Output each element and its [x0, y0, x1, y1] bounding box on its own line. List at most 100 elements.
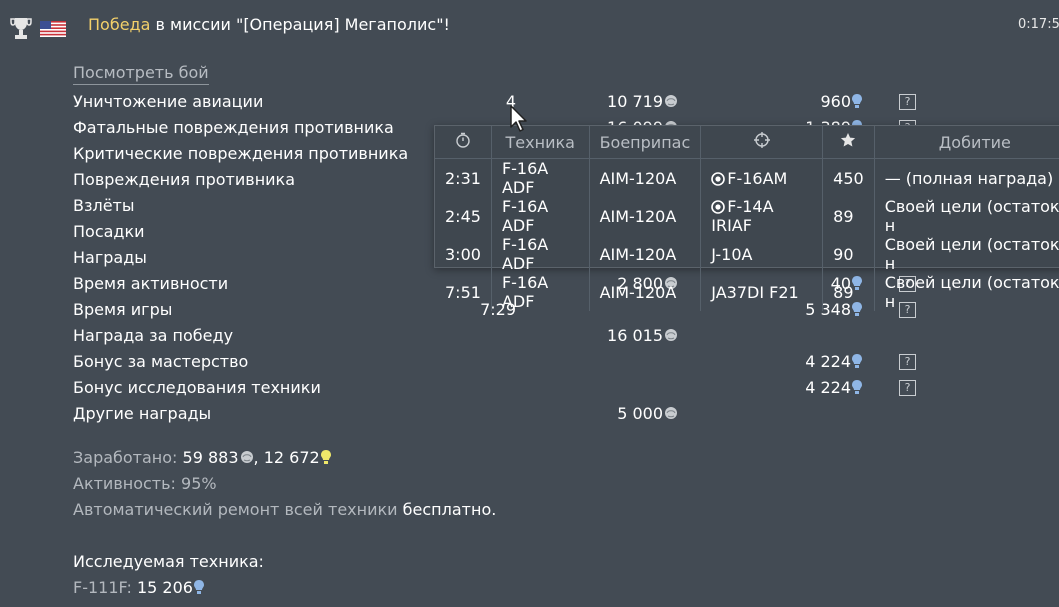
reward-label: Награды	[73, 248, 147, 267]
reward-lions-value: 10 719	[607, 92, 663, 111]
silver-lion-icon	[665, 329, 677, 341]
reward-label: Взлёты	[73, 196, 135, 215]
time-column-header	[435, 126, 492, 159]
target-marker-icon	[711, 171, 726, 186]
help-button[interactable]: ?	[899, 94, 916, 110]
reward-lions: 5 000	[560, 401, 678, 427]
kill-time: 7:51	[435, 273, 492, 311]
reward-label: Время игры	[73, 300, 173, 319]
target-marker-icon	[711, 200, 726, 214]
research-line: F-111F: 15 206	[73, 578, 204, 597]
ammo-column-header: Боеприпас	[589, 126, 702, 159]
crosshair-icon	[753, 132, 770, 148]
reward-rp-value: 960	[820, 92, 851, 111]
victory-word: Победа	[88, 15, 151, 34]
kill-time: 3:00	[435, 235, 492, 273]
finish-column-header: Добитие	[938, 132, 1011, 152]
silver-lion-icon	[665, 407, 677, 419]
kill-finish: Своей цели (остаток н	[884, 235, 1059, 273]
reward-count: 4	[505, 92, 516, 111]
reward-lions-value: 16 015	[607, 326, 663, 345]
research-points-icon	[852, 354, 862, 368]
reward-lions-value: 5 000	[617, 404, 663, 423]
reward-label: Бонус исследования техники	[73, 378, 321, 397]
usa-flag-icon	[40, 21, 66, 37]
reward-rp-value: 4 224	[805, 378, 851, 397]
kill-target: J-10A	[700, 235, 824, 273]
silver-lion-icon	[665, 95, 677, 107]
trophy-icon	[10, 18, 32, 39]
kill-finish: Своей цели (остаток н	[884, 197, 1059, 235]
kills-detail-tooltip: Техника Боеприпас Добитие 2:31 F-16A ADF A…	[434, 125, 1059, 311]
kill-ammo: AIM-120A	[589, 235, 702, 273]
help-button[interactable]: ?	[899, 380, 916, 396]
kills-detail-body: 2:31 F-16A ADF AIM-120A F-16AM 450— (полная …	[435, 158, 1059, 311]
reward-row: Другие награды 5 000	[0, 401, 1059, 427]
reward-label: Критические повреждения противника	[73, 144, 409, 163]
kill-ammo: AIM-120A	[589, 197, 702, 235]
earned-separator: ,	[253, 448, 259, 467]
reward-lions: 16 015	[560, 323, 678, 349]
kill-finish: — (полная награда)	[874, 158, 1059, 197]
score-column-header	[822, 126, 875, 159]
kill-vehicle: F-16A ADF	[491, 197, 590, 235]
reward-label: Время активности	[73, 274, 229, 293]
repair-line: Автоматический ремонт всей техники беспл…	[73, 500, 496, 519]
kill-row: 2:31 F-16A ADF AIM-120A F-16AM 450— (полная …	[435, 158, 1059, 197]
reward-label: Повреждения противника	[73, 170, 296, 189]
kill-row: 3:00 F-16A ADF AIM-120A J-10A 90 Своей цели (…	[435, 235, 1059, 273]
research-points-icon	[320, 450, 331, 464]
reward-label: Посадки	[73, 222, 145, 241]
kill-target-name: F-16AM	[727, 168, 788, 188]
kill-target: F-16AM	[700, 158, 824, 197]
kill-score: 90	[822, 235, 875, 273]
reward-rp: 4 224	[740, 375, 862, 401]
reward-label: Бонус за мастерство	[73, 352, 249, 371]
research-heading: Исследуемая техника:	[73, 552, 264, 571]
reward-row: Бонус исследования техники 4 224?	[0, 375, 1059, 401]
activity-line: Активность: 95%	[73, 474, 217, 493]
target-column-header	[700, 126, 824, 159]
kills-detail-table: Техника Боеприпас Добитие 2:31 F-16A ADF A…	[435, 126, 1059, 311]
research-value: 15 206	[136, 578, 193, 597]
reward-row: Награда за победу 16 015	[0, 323, 1059, 349]
reward-label: Фатальные повреждения противника	[73, 118, 394, 137]
vehicle-column-header: Техника	[491, 126, 590, 159]
research-points-icon	[852, 94, 862, 108]
kill-vehicle: F-16A ADF	[491, 235, 590, 273]
kill-target-name: JA37DI F21	[711, 282, 799, 302]
kill-vehicle: F-16A ADF	[491, 273, 590, 311]
reward-rp-value: 4 224	[805, 352, 851, 371]
help-button[interactable]: ?	[899, 354, 916, 370]
repair-value: бесплатно.	[402, 500, 497, 519]
mission-name: в миссии "[Операция] Мегаполис"!	[150, 15, 450, 34]
kill-target: JA37DI F21	[700, 273, 824, 311]
kill-target-name: J-10A	[711, 244, 753, 264]
reward-label: Награда за победу	[73, 326, 234, 345]
repair-label: Автоматический ремонт всей техники	[73, 500, 398, 519]
kill-score: 89	[822, 197, 875, 235]
session-time: 0:17:51	[1018, 17, 1059, 32]
kill-vehicle: F-16A ADF	[491, 158, 590, 197]
kill-ammo: AIM-120A	[589, 158, 702, 197]
star-icon	[841, 133, 856, 147]
kill-row: 7:51 F-16A ADF AIM-120A JA37DI F21 89 Своей ц…	[435, 273, 1059, 311]
research-vehicle: F-111F:	[73, 578, 132, 597]
kill-time: 2:31	[435, 158, 492, 197]
kill-score: 89	[822, 273, 875, 311]
view-battle-link[interactable]: Посмотреть бой	[73, 63, 209, 85]
kill-score: 450	[822, 158, 875, 197]
kill-time: 2:45	[435, 197, 492, 235]
mission-result-title: Победа в миссии "[Операция] Мегаполис"!	[88, 14, 450, 36]
kill-ammo: AIM-120A	[589, 273, 702, 311]
reward-label: Уничтожение авиации	[73, 92, 264, 111]
research-points-icon	[193, 580, 204, 594]
reward-lions: 10 719	[560, 89, 678, 115]
earned-rp: 12 672	[263, 448, 320, 467]
reward-rp: 4 224	[740, 349, 862, 375]
reward-label: Другие награды	[73, 404, 212, 423]
mouse-cursor-icon	[510, 105, 527, 132]
kill-finish: Своей цели (остаток н	[884, 273, 1059, 311]
reward-row: Бонус за мастерство 4 224?	[0, 349, 1059, 375]
stopwatch-icon	[456, 132, 470, 148]
